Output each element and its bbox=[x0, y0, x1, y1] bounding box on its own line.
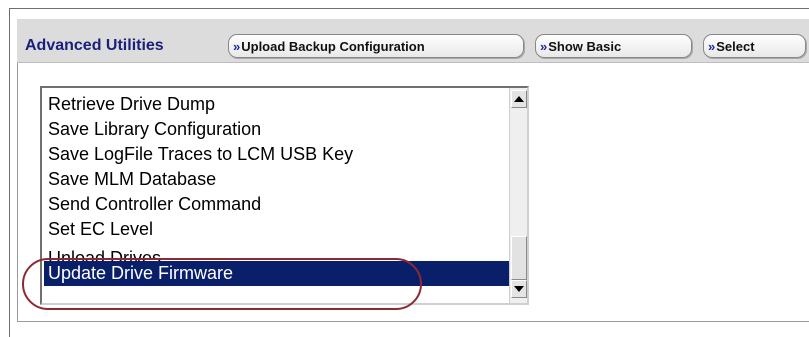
panel-title: Advanced Utilities bbox=[25, 37, 164, 54]
button-label: Upload Backup Configuration bbox=[241, 38, 425, 54]
show-basic-button[interactable]: » Show Basic bbox=[535, 34, 692, 58]
button-label: Show Basic bbox=[548, 38, 622, 54]
list-item[interactable]: Retrieve Drive Dump bbox=[44, 92, 509, 117]
list-item[interactable]: Set EC Level bbox=[44, 217, 509, 242]
list-item[interactable]: Save Library Configuration bbox=[44, 117, 509, 142]
list-item[interactable]: Save LogFile Traces to LCM USB Key bbox=[44, 142, 509, 167]
list-item[interactable]: Save MLM Database bbox=[44, 167, 509, 192]
scrollbar-thumb[interactable] bbox=[511, 236, 527, 280]
upload-backup-configuration-button[interactable]: » Upload Backup Configuration bbox=[228, 34, 524, 58]
list-item[interactable]: Send Controller Command bbox=[44, 192, 509, 217]
utilities-list: Retrieve Drive Dump Save Library Configu… bbox=[42, 88, 511, 303]
list-item-selected[interactable]: Update Drive Firmware bbox=[44, 261, 509, 286]
utilities-listbox[interactable]: Retrieve Drive Dump Save Library Configu… bbox=[40, 86, 529, 305]
triangle-up-icon bbox=[514, 96, 524, 102]
scroll-down-button[interactable] bbox=[511, 280, 527, 298]
double-chevron-right-icon: » bbox=[708, 38, 715, 54]
scroll-up-button[interactable] bbox=[511, 90, 527, 108]
select-button[interactable]: » Select bbox=[703, 34, 806, 58]
double-chevron-right-icon: » bbox=[233, 38, 240, 54]
button-label: Select bbox=[716, 38, 755, 54]
double-chevron-right-icon: » bbox=[540, 38, 547, 54]
triangle-down-icon bbox=[514, 286, 524, 292]
list-scrollbar[interactable] bbox=[509, 88, 527, 303]
